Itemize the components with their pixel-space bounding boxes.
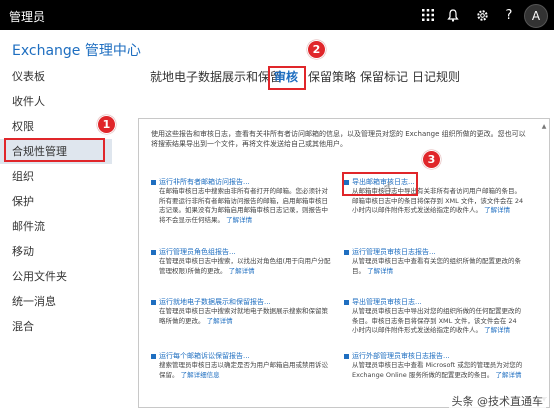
compliance-highlight-box [4, 138, 105, 162]
step-badge-2: 2 [307, 40, 326, 59]
audit-reports-panel: 使用这些报告和审核日志，查看有关非所有者访问邮箱的信息，以及管理员对您的 Exc… [138, 118, 550, 408]
avatar[interactable]: A [524, 4, 548, 28]
learn-more-link[interactable]: 了解详情 [226, 216, 252, 224]
watermark: 头条 @技术直通车 [448, 392, 546, 410]
sidebar-item-recipients[interactable]: 收件人 [0, 89, 112, 114]
app-title: Exchange 管理中心 [12, 43, 141, 59]
report-description: 从管理员审核日志中查看有关您的组织所做的配置更改的条目。 了解详情 [352, 257, 521, 275]
report-link[interactable]: 运行非所有者邮箱访问报告... [159, 177, 331, 187]
report-icon [151, 180, 156, 185]
vertical-scrollbar[interactable]: ▲ ▼ [541, 123, 547, 403]
report-card: 运行每个邮箱诉讼保留报告... 搜索管理员审核日志以确定是否为用户邮箱启用或禁用… [151, 351, 331, 380]
hand-cursor-icon: ☝ [383, 180, 392, 196]
report-icon [151, 250, 156, 255]
report-card: 运行就地电子数据展示和保留报告... 在管理员审核日志中搜索对就地电子数据展示搜… [151, 297, 331, 326]
sidebar-item-unified-messaging[interactable]: 统一消息 [0, 289, 112, 314]
report-description: 从管理员审核日志中导出对您的组织所做的任何配置更改的条目。审核日志条目将保存到 … [352, 307, 521, 334]
report-icon [344, 250, 349, 255]
report-icon [344, 354, 349, 359]
learn-more-link[interactable]: 了解详情 [229, 267, 255, 275]
app-launcher-icon[interactable] [416, 0, 440, 30]
report-description: 在邮箱审核日志中搜索由非所有者打开的邮箱。您必须针对所有要运行非所有者邮箱访问报… [159, 187, 328, 224]
sidebar-item-mail-flow[interactable]: 邮件流 [0, 214, 112, 239]
scroll-up-arrow-icon[interactable]: ▲ [541, 123, 547, 130]
learn-more-link[interactable]: 了解详情 [367, 267, 393, 275]
report-description: 搜索管理员审核日志以确定是否为用户邮箱启用或禁用诉讼保留。 了解详细信息 [159, 361, 328, 379]
report-card: 导出管理员审核日志... 从管理员审核日志中导出对您的组织所做的任何配置更改的条… [344, 297, 524, 336]
intro-text: 使用这些报告和审核日志，查看有关非所有者访问邮箱的信息，以及管理员对您的 Exc… [151, 130, 526, 148]
report-link[interactable]: 运行管理员角色组报告... [159, 247, 331, 257]
sidebar-item-dashboard[interactable]: 仪表板 [0, 64, 112, 89]
gear-icon[interactable] [470, 0, 494, 30]
sidebar-item-protection[interactable]: 保护 [0, 189, 112, 214]
report-icon [344, 300, 349, 305]
learn-more-link[interactable]: 了解详情 [495, 371, 521, 379]
report-icon [151, 300, 156, 305]
admin-title: 管理员 [9, 10, 46, 24]
report-link[interactable]: 运行就地电子数据展示和保留报告... [159, 297, 331, 307]
report-link[interactable]: 运行管理员审核日志报告... [352, 247, 524, 257]
learn-more-link[interactable]: 了解详细信息 [181, 371, 220, 379]
report-description: 在管理员审核日志中搜索，以找出对角色组(用于向用户分配管理权限)所做的更改。 了… [159, 257, 331, 275]
tab-journal-rules[interactable]: 日记规则 [412, 68, 460, 85]
learn-more-link[interactable]: 了解详情 [484, 326, 510, 334]
step-badge-1: 1 [97, 115, 116, 134]
report-icon [151, 354, 156, 359]
report-card: 运行管理员审核日志报告... 从管理员审核日志中查看有关您的组织所做的配置更改的… [344, 247, 524, 276]
tab-retention-tags[interactable]: 保留标记 [360, 68, 408, 85]
step-badge-3: 3 [422, 150, 441, 169]
learn-more-link[interactable]: 了解详情 [207, 317, 233, 325]
sidebar-item-mobile[interactable]: 移动 [0, 239, 112, 264]
tab-retention-policies[interactable]: 保留策略 [308, 68, 356, 85]
report-description: 在管理员审核日志中搜索对就地电子数据展示搜索和保留策略所做的更改。 了解详情 [159, 307, 328, 325]
report-link[interactable]: 导出管理员审核日志... [352, 297, 524, 307]
learn-more-link[interactable]: 了解详情 [484, 206, 510, 214]
sidebar: 仪表板 收件人 权限 合规性管理 组织 保护 邮件流 移动 公用文件夹 统一消息… [0, 64, 112, 339]
report-link[interactable]: 运行外部管理员审核日志报告... [352, 351, 524, 361]
help-icon[interactable]: ? [497, 0, 521, 30]
sidebar-item-hybrid[interactable]: 混合 [0, 314, 112, 339]
bell-icon[interactable] [441, 0, 465, 30]
report-card: 运行非所有者邮箱访问报告... 在邮箱审核日志中搜索由非所有者打开的邮箱。您必须… [151, 177, 331, 225]
sidebar-item-organization[interactable]: 组织 [0, 164, 112, 189]
top-bar: 管理员 ? A [0, 0, 554, 30]
sidebar-item-permissions[interactable]: 权限 [0, 114, 112, 139]
report-card: 运行外部管理员审核日志报告... 从管理员审核日志中查看 Microsoft 或… [344, 351, 524, 380]
auditing-tab-highlight-box [268, 66, 306, 90]
report-card: 运行管理员角色组报告... 在管理员审核日志中搜索，以找出对角色组(用于向用户分… [151, 247, 331, 276]
export-mailbox-log-highlight-box [342, 172, 418, 196]
report-description: 从管理员审核日志中查看 Microsoft 或您的管理员为对您的 Exchang… [352, 361, 523, 379]
report-link[interactable]: 运行每个邮箱诉讼保留报告... [159, 351, 331, 361]
tab-ediscovery-hold[interactable]: 就地电子数据展示和保留 [150, 68, 282, 85]
sidebar-item-public-folders[interactable]: 公用文件夹 [0, 264, 112, 289]
